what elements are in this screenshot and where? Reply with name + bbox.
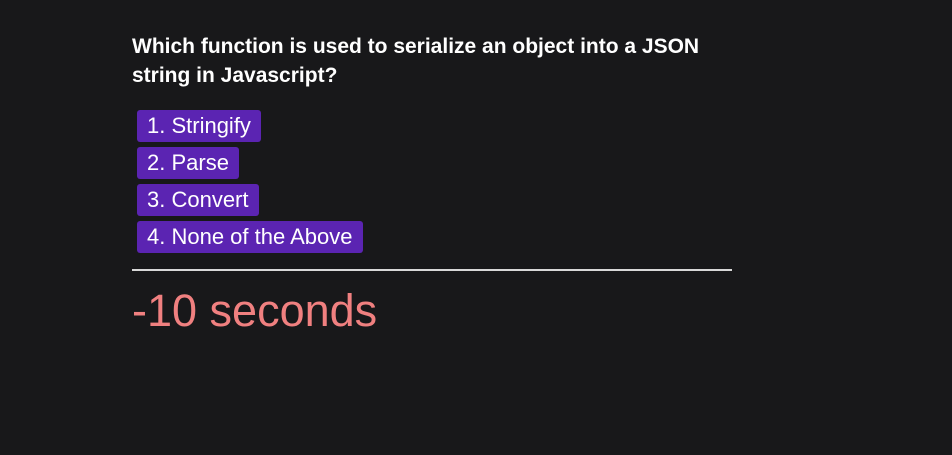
answer-option-item: 2. Parse <box>137 147 732 179</box>
quiz-container: Which function is used to serialize an o… <box>132 32 732 337</box>
question-text: Which function is used to serialize an o… <box>132 35 700 87</box>
countdown-timer: -10 seconds <box>132 285 378 336</box>
answer-option-item: 3. Convert <box>137 184 732 216</box>
answer-option-4-button[interactable]: 4. None of the Above <box>137 221 363 253</box>
answer-option-item: 4. None of the Above <box>137 221 732 253</box>
answer-options-list: 1. Stringify 2. Parse 3. Convert 4. None… <box>137 110 732 253</box>
answer-option-1-button[interactable]: 1. Stringify <box>137 110 261 142</box>
answer-option-2-button[interactable]: 2. Parse <box>137 147 239 179</box>
answer-option-item: 1. Stringify <box>137 110 732 142</box>
divider <box>132 269 732 271</box>
answer-option-3-button[interactable]: 3. Convert <box>137 184 259 216</box>
